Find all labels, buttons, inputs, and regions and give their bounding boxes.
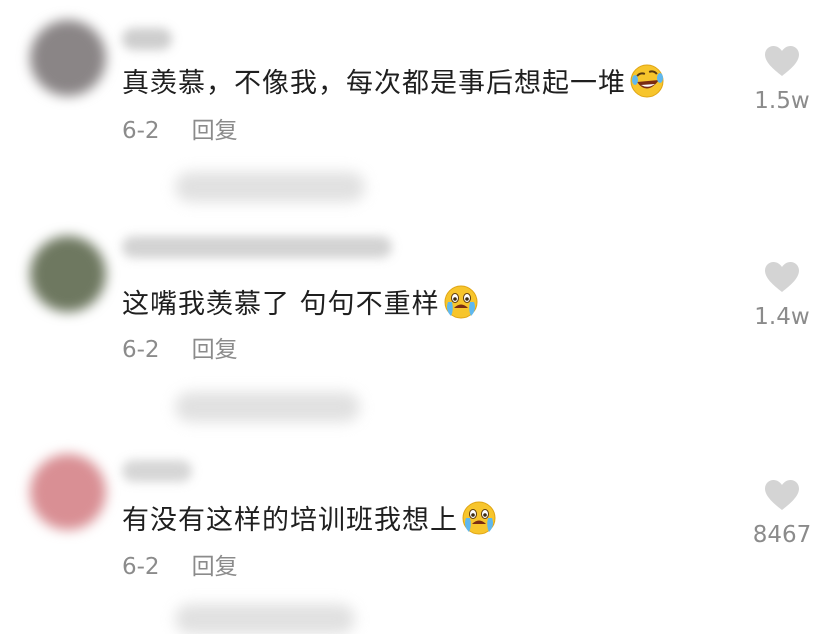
comment-meta: 6-2 回复 [122, 553, 238, 581]
heart-icon [765, 46, 799, 76]
comment-date: 6-2 [122, 337, 160, 363]
comment-meta: 6-2 回复 [122, 117, 238, 145]
username-blurred[interactable] [122, 28, 172, 50]
like-button[interactable]: 1.4w [746, 260, 818, 330]
like-count: 1.4w [754, 304, 810, 330]
avatar[interactable] [30, 454, 106, 530]
comment-text-content: 有没有这样的培训班我想上 [122, 505, 458, 536]
expand-replies-blurred[interactable] [175, 172, 365, 202]
username-blurred[interactable] [122, 236, 392, 258]
comment-text: 真羡慕，不像我，每次都是事后想起一堆 [122, 63, 665, 108]
expand-replies-blurred[interactable] [175, 604, 355, 634]
like-count: 8467 [752, 522, 812, 548]
reply-button[interactable]: 回复 [192, 554, 238, 580]
comment-item: 这嘴我羡慕了 句句不重样 6-2 回复 1.4w [0, 222, 828, 427]
heart-icon [765, 262, 799, 292]
crying-icon [461, 500, 497, 545]
comment-text: 这嘴我羡慕了 句句不重样 [122, 284, 479, 329]
comment-item: 有没有这样的培训班我想上 6-2 回复 8467 [0, 440, 828, 634]
reply-button[interactable]: 回复 [192, 337, 238, 363]
avatar[interactable] [30, 20, 106, 96]
comment-item: 真羡慕，不像我，每次都是事后想起一堆 6-2 回复 1.5w [0, 0, 828, 205]
like-count: 1.5w [754, 88, 810, 114]
comment-meta: 6-2 回复 [122, 336, 238, 364]
heart-icon [765, 480, 799, 510]
like-button[interactable]: 8467 [746, 478, 818, 548]
like-button[interactable]: 1.5w [746, 44, 818, 114]
comment-text: 有没有这样的培训班我想上 [122, 500, 497, 545]
username-blurred[interactable] [122, 460, 192, 482]
laughing-crying-icon [629, 63, 665, 108]
reply-button[interactable]: 回复 [192, 118, 238, 144]
comment-date: 6-2 [122, 554, 160, 580]
avatar[interactable] [30, 236, 106, 312]
crying-icon [443, 284, 479, 329]
comment-date: 6-2 [122, 118, 160, 144]
comment-text-content: 这嘴我羡慕了 句句不重样 [122, 289, 440, 320]
expand-replies-blurred[interactable] [175, 392, 360, 422]
comment-text-content: 真羡慕，不像我，每次都是事后想起一堆 [122, 68, 626, 99]
